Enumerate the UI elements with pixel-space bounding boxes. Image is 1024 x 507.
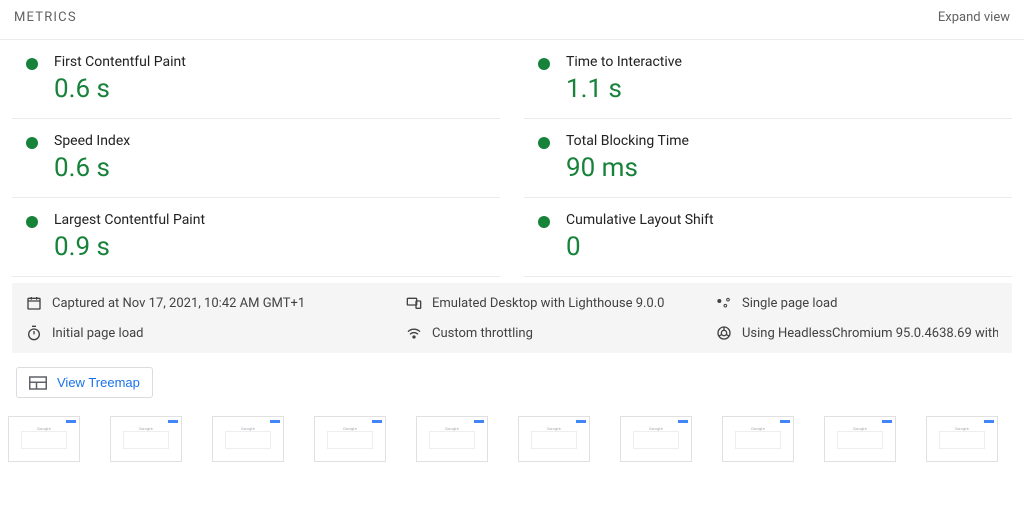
info-text: Emulated Desktop with Lighthouse 9.0.0: [432, 296, 664, 311]
filmstrip-frame[interactable]: Google: [314, 416, 386, 462]
status-dot-icon: [538, 137, 550, 149]
info-text: Using HeadlessChromium 95.0.4638.69 with…: [742, 326, 998, 341]
metric-cls: Cumulative Layout Shift 0: [524, 198, 1012, 277]
filmstrip-frame[interactable]: Google: [518, 416, 590, 462]
info-single: Single page load: [716, 295, 998, 311]
info-initial: Initial page load: [26, 325, 396, 341]
filmstrip-frame[interactable]: Google: [620, 416, 692, 462]
status-dot-icon: [26, 216, 38, 228]
metric-label: First Contentful Paint: [54, 54, 186, 70]
filmstrip-frame[interactable]: Google: [926, 416, 998, 462]
metric-label: Largest Contentful Paint: [54, 212, 205, 228]
metric-value: 0.6 s: [54, 153, 130, 183]
status-dot-icon: [26, 137, 38, 149]
info-text: Single page load: [742, 296, 837, 311]
timer-icon: [26, 325, 42, 341]
filmstrip-frame[interactable]: Google: [824, 416, 896, 462]
metric-label: Speed Index: [54, 133, 130, 149]
devices-icon: [406, 295, 422, 311]
status-dot-icon: [538, 58, 550, 70]
info-headless: Using HeadlessChromium 95.0.4638.69 with…: [716, 325, 998, 341]
thumb-label: Google: [519, 426, 589, 431]
metric-tbt: Total Blocking Time 90 ms: [524, 119, 1012, 198]
info-text: Custom throttling: [432, 326, 533, 341]
calendar-icon: [26, 295, 42, 311]
info-text: Initial page load: [52, 326, 144, 341]
metrics-header: METRICS Expand view: [0, 0, 1024, 39]
thumb-label: Google: [315, 426, 385, 431]
treemap-icon: [29, 376, 47, 390]
filmstrip-frame[interactable]: Google: [212, 416, 284, 462]
thumb-label: Google: [417, 426, 487, 431]
info-throttling: Custom throttling: [406, 325, 706, 341]
metric-value: 0: [566, 232, 714, 262]
runtime-info: Captured at Nov 17, 2021, 10:42 AM GMT+1…: [12, 283, 1012, 353]
info-emulated: Emulated Desktop with Lighthouse 9.0.0: [406, 295, 706, 311]
info-captured: Captured at Nov 17, 2021, 10:42 AM GMT+1: [26, 295, 396, 311]
network-icon: [406, 325, 422, 341]
metric-label: Time to Interactive: [566, 54, 682, 70]
metric-value: 0.6 s: [54, 74, 186, 104]
actions-row: View Treemap: [0, 353, 1024, 398]
thumb-label: Google: [111, 426, 181, 431]
expand-view-link[interactable]: Expand view: [938, 10, 1010, 25]
thumb-label: Google: [621, 426, 691, 431]
metrics-title: METRICS: [14, 10, 77, 25]
metric-value: 0.9 s: [54, 232, 205, 262]
metric-fcp: First Contentful Paint 0.6 s: [12, 40, 500, 119]
metrics-grid: First Contentful Paint 0.6 s Time to Int…: [0, 39, 1024, 277]
samples-one-icon: [716, 295, 732, 311]
treemap-label: View Treemap: [57, 375, 140, 390]
thumb-label: Google: [723, 426, 793, 431]
thumb-label: Google: [213, 426, 283, 431]
info-text: Captured at Nov 17, 2021, 10:42 AM GMT+1: [52, 296, 305, 311]
filmstrip-frame[interactable]: Google: [416, 416, 488, 462]
filmstrip-frame[interactable]: Google: [8, 416, 80, 462]
metric-si: Speed Index 0.6 s: [12, 119, 500, 198]
status-dot-icon: [538, 216, 550, 228]
thumb-label: Google: [825, 426, 895, 431]
metric-label: Cumulative Layout Shift: [566, 212, 714, 228]
filmstrip-frame[interactable]: Google: [110, 416, 182, 462]
metric-lcp: Largest Contentful Paint 0.9 s: [12, 198, 500, 277]
filmstrip: Google Google Google Google Google Googl…: [0, 398, 1024, 462]
metric-tti: Time to Interactive 1.1 s: [524, 40, 1012, 119]
metric-label: Total Blocking Time: [566, 133, 689, 149]
status-dot-icon: [26, 58, 38, 70]
metric-value: 1.1 s: [566, 74, 682, 104]
view-treemap-button[interactable]: View Treemap: [16, 367, 153, 398]
metric-value: 90 ms: [566, 153, 689, 183]
thumb-label: Google: [927, 426, 997, 431]
filmstrip-frame[interactable]: Google: [722, 416, 794, 462]
chromium-icon: [716, 325, 732, 341]
thumb-label: Google: [9, 426, 79, 431]
